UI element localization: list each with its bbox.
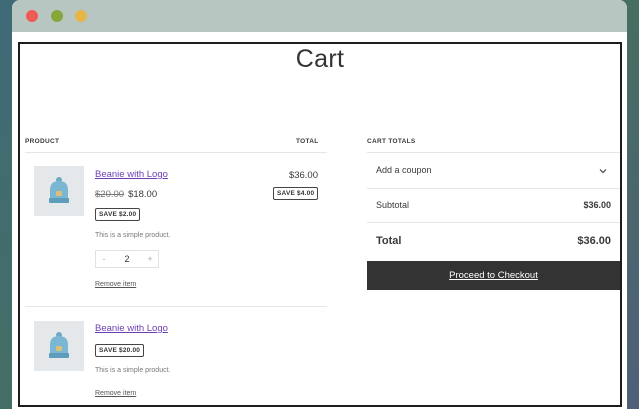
cart-totals-heading: CART TOTALS — [367, 138, 416, 145]
product-name-link[interactable]: Beanie with Logo — [95, 323, 168, 334]
sale-price: $18.00 — [128, 189, 158, 200]
item-divider — [25, 306, 327, 307]
save-badge: SAVE $2.00 — [95, 208, 141, 221]
product-thumbnail[interactable] — [34, 166, 84, 216]
totals-divider — [367, 152, 620, 153]
proceed-to-checkout-button[interactable]: Proceed to Checkout — [367, 261, 620, 290]
beanie-icon — [49, 177, 69, 203]
product-name-link[interactable]: Beanie with Logo — [95, 169, 168, 180]
close-window-button[interactable] — [26, 10, 38, 22]
line-save-badge: SAVE $4.00 — [273, 187, 319, 200]
product-description: This is a simple product. — [95, 367, 171, 374]
browser-window: Cart PRODUCT TOTAL Beanie with Logo $20.… — [12, 0, 627, 409]
total-label: Total — [376, 235, 402, 247]
page-title: Cart — [295, 45, 345, 73]
total-column-header: TOTAL — [296, 138, 319, 145]
quantity-stepper[interactable]: - 2 + — [95, 250, 159, 268]
window-titlebar — [12, 0, 627, 32]
product-price: $20.00 $18.00 — [95, 189, 157, 200]
subtotal-value: $36.00 — [583, 200, 611, 210]
remove-item-link[interactable]: Remove item — [95, 390, 136, 397]
total-value: $36.00 — [577, 235, 611, 247]
quantity-increase-button[interactable]: + — [142, 254, 158, 264]
minimize-window-button[interactable] — [51, 10, 63, 22]
remove-item-link[interactable]: Remove item — [95, 281, 136, 288]
zoom-window-button[interactable] — [75, 10, 87, 22]
save-badge: SAVE $20.00 — [95, 344, 145, 357]
line-total: $36.00 — [288, 170, 318, 181]
product-thumbnail[interactable] — [34, 321, 84, 371]
totals-divider — [367, 188, 620, 189]
chevron-down-icon[interactable] — [598, 166, 608, 176]
cart-page: Cart PRODUCT TOTAL Beanie with Logo $20.… — [18, 42, 622, 407]
quantity-decrease-button[interactable]: - — [96, 254, 112, 264]
product-description: This is a simple product. — [95, 232, 171, 239]
quantity-value[interactable]: 2 — [124, 254, 129, 264]
beanie-icon — [49, 332, 69, 358]
totals-divider — [367, 222, 620, 223]
product-column-header: PRODUCT — [25, 138, 60, 145]
regular-price: $20.00 — [95, 189, 125, 200]
table-header-divider — [25, 152, 327, 153]
subtotal-label: Subtotal — [376, 200, 410, 210]
coupon-label[interactable]: Add a coupon — [376, 165, 432, 175]
